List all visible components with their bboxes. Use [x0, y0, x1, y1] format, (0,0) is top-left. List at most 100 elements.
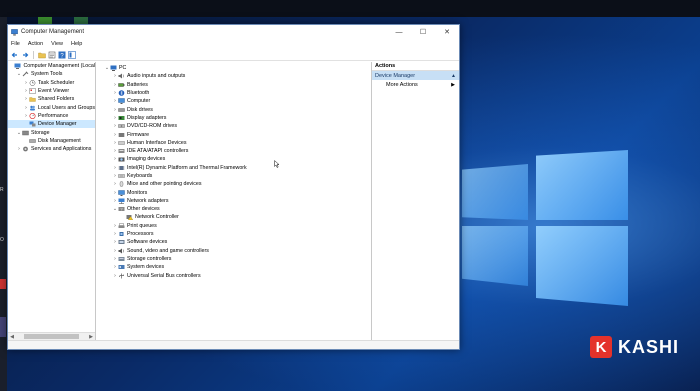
device-category-bluetooth[interactable]: › Bluetooth [96, 89, 371, 97]
mouse-icon [118, 181, 125, 187]
console-tree-item-device-manager[interactable]: Device Manager [8, 120, 95, 129]
device-category-imaging-devices[interactable]: › Imaging devices [96, 155, 371, 163]
forward-icon[interactable] [21, 51, 29, 59]
tree-item-label: Other devices [127, 206, 160, 213]
monitor-icon [118, 98, 125, 105]
device-category-audio-inputs-and-outputs[interactable]: › Audio inputs and outputs [96, 72, 371, 80]
tree-item-label: Services and Applications [31, 146, 92, 153]
device-category-network-adapters[interactable]: › Network adapters [96, 197, 371, 205]
printer-icon [118, 223, 125, 229]
tree-item-label: Performance [38, 112, 69, 119]
tree-item-label: Storage controllers [127, 255, 172, 262]
tree-item-label: Storage [31, 129, 50, 136]
scrollbar-thumb[interactable] [24, 334, 79, 339]
firmware-icon [118, 132, 125, 138]
device-category-batteries[interactable]: › Batteries [96, 81, 371, 89]
computer-management-icon [14, 63, 21, 70]
device-category-dvd-cd-rom-drives[interactable]: › DVD/CD-ROM drives [96, 122, 371, 130]
device-category-firmware[interactable]: › Firmware [96, 130, 371, 138]
device-category-storage-controllers[interactable]: › Storage controllers [96, 255, 371, 263]
menu-file[interactable]: File [11, 41, 20, 47]
actions-header: Actions [372, 62, 459, 71]
scroll-left-icon[interactable]: ◀ [8, 334, 16, 340]
status-bar [8, 340, 459, 349]
device-category-mice-and-other-pointing-devices[interactable]: › Mice and other pointing devices [96, 180, 371, 188]
content-panes: Computer Management (Local ⌄ System Tools ›… [8, 62, 459, 340]
console-tree-item-computer-management-local[interactable]: Computer Management (Local [8, 62, 95, 70]
close-button[interactable]: ✕ [435, 25, 459, 39]
device-category-keyboards[interactable]: › Keyboards [96, 172, 371, 180]
device-category-universal-serial-bus-controllers[interactable]: › Universal Serial Bus controllers [96, 271, 371, 279]
device-category-display-adapters[interactable]: › Display adapters [96, 114, 371, 122]
help-icon[interactable]: ? [58, 51, 66, 59]
console-tree-item-shared-folders[interactable]: › Shared Folders [8, 95, 95, 103]
console-tree-item-event-viewer[interactable]: › Event Viewer [8, 87, 95, 95]
folder-icon[interactable] [38, 51, 46, 59]
device-category-system-devices[interactable]: › System devices [96, 263, 371, 271]
device-category-ide-ata-atapi-controllers[interactable]: › IDE ATA/ATAPI controllers [96, 147, 371, 155]
console-tree-item-performance[interactable]: › Performance [8, 112, 95, 120]
tree-item-label: Computer Management (Local [23, 63, 95, 70]
computer-management-window: Computer Management — ☐ ✕ File Action View… [7, 24, 460, 350]
more-actions-item[interactable]: More Actions ▶ [372, 80, 459, 90]
performance-icon [29, 112, 36, 119]
device-category-processors[interactable]: › Processors [96, 230, 371, 238]
monitor-icon [118, 189, 125, 196]
tree-item-label: Imaging devices [127, 156, 166, 163]
device-category-computer[interactable]: › Computer [96, 97, 371, 105]
tree-item-label: Device Manager [38, 121, 77, 128]
processor-icon [118, 231, 125, 237]
device-category-human-interface-devices[interactable]: › Human Interface Devices [96, 139, 371, 147]
software-device-icon [118, 239, 125, 245]
scroll-right-icon[interactable]: ▶ [87, 334, 95, 340]
device-category-software-devices[interactable]: › Software devices [96, 238, 371, 246]
device-category-sound-video-and-game-controllers[interactable]: › Sound, video and game controllers [96, 247, 371, 255]
properties-icon[interactable] [48, 51, 56, 59]
event-viewer-icon [29, 88, 36, 94]
console-tree-item-task-scheduler[interactable]: › Task Scheduler [8, 79, 95, 87]
system-devices-icon [118, 264, 125, 270]
windows-logo [462, 150, 662, 320]
horizontal-scrollbar[interactable]: ◀ ▶ [8, 332, 95, 340]
mouse-cursor-icon [274, 160, 280, 168]
menu-view[interactable]: View [51, 41, 63, 47]
console-tree-item-local-users-and-groups[interactable]: › Local Users and Groups [8, 103, 95, 111]
actions-pane: Actions Device Manager ▲ More Actions ▶ [372, 62, 459, 340]
maximize-button[interactable]: ☐ [411, 25, 435, 39]
device-category-network-controller[interactable]: Network Controller [96, 213, 371, 221]
keyboard-icon [118, 173, 125, 179]
shared-folder-icon [29, 96, 36, 102]
tree-item-label: Computer [127, 98, 151, 105]
tree-item-label: Batteries [127, 81, 148, 88]
device-category-print-queues[interactable]: › Print queues [96, 222, 371, 230]
hid-icon [118, 140, 125, 146]
device-category-disk-drives[interactable]: › Disk drives [96, 105, 371, 113]
desktop-left-edge: R O [0, 17, 7, 391]
menu-help[interactable]: Help [71, 41, 82, 47]
speaker-icon [118, 73, 125, 79]
battery-icon [118, 82, 125, 88]
console-tree-item-system-tools[interactable]: ⌄ System Tools [8, 70, 95, 78]
console-tree-item-storage[interactable]: ⌄ Storage [8, 128, 95, 136]
device-category-other-devices[interactable]: ⌄? Other devices [96, 205, 371, 213]
tree-item-label: Network adapters [127, 197, 169, 204]
details-icon[interactable] [68, 50, 76, 59]
console-tree-item-disk-management[interactable]: Disk Management [8, 137, 95, 145]
back-icon[interactable] [11, 51, 19, 59]
collapse-up-icon[interactable]: ▲ [451, 73, 456, 79]
chip-icon [118, 165, 125, 171]
console-tree-item-services-and-applications[interactable]: › Services and Applications [8, 145, 95, 153]
tree-item-label: Keyboards [127, 173, 153, 179]
minimize-button[interactable]: — [387, 25, 411, 39]
tree-item-label: Network Controller [135, 214, 179, 221]
window-title: Computer Management [21, 29, 85, 35]
device-category-intel-r-dynamic-platform-and-thermal-framework[interactable]: › Intel(R) Dynamic Platform and Thermal F… [96, 164, 371, 172]
tree-item-label: Mice and other pointing devices [127, 181, 202, 188]
menu-action[interactable]: Action [28, 41, 43, 47]
device-category-pc[interactable]: ⌄ PC [96, 64, 371, 72]
device-category-monitors[interactable]: › Monitors [96, 188, 371, 196]
title-bar[interactable]: Computer Management — ☐ ✕ [8, 25, 459, 39]
actions-section-device-manager[interactable]: Device Manager ▲ [372, 71, 459, 80]
more-actions-label: More Actions [386, 82, 418, 88]
toolbar-separator [33, 50, 34, 59]
